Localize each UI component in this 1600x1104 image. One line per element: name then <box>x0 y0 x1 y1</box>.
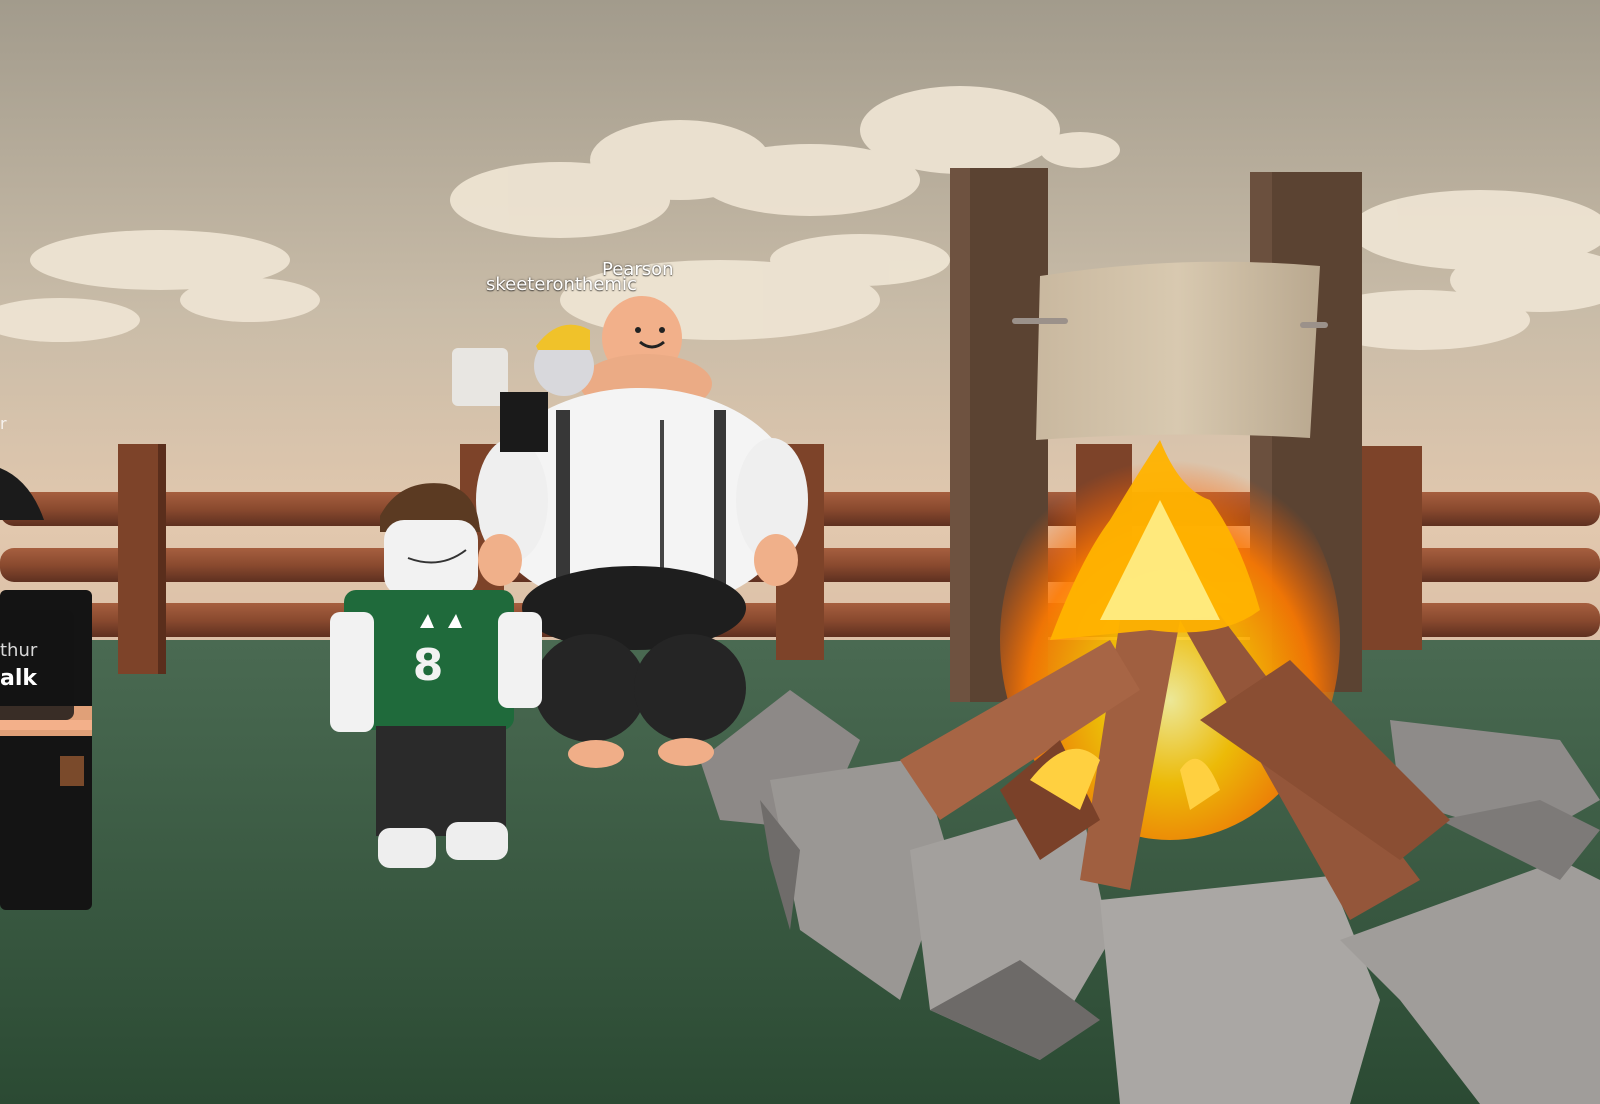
game-viewport[interactable]: 8 <box>0 0 1600 1104</box>
svg-text:8: 8 <box>413 640 444 691</box>
offscreen-nametag-fragment: r <box>0 414 7 433</box>
interaction-prompt[interactable] <box>0 610 74 720</box>
interaction-prompt-action-label[interactable]: alk <box>0 666 37 691</box>
interaction-prompt-object-label: thur <box>0 640 38 661</box>
player-nametag-pearson: Pearson <box>602 259 674 280</box>
